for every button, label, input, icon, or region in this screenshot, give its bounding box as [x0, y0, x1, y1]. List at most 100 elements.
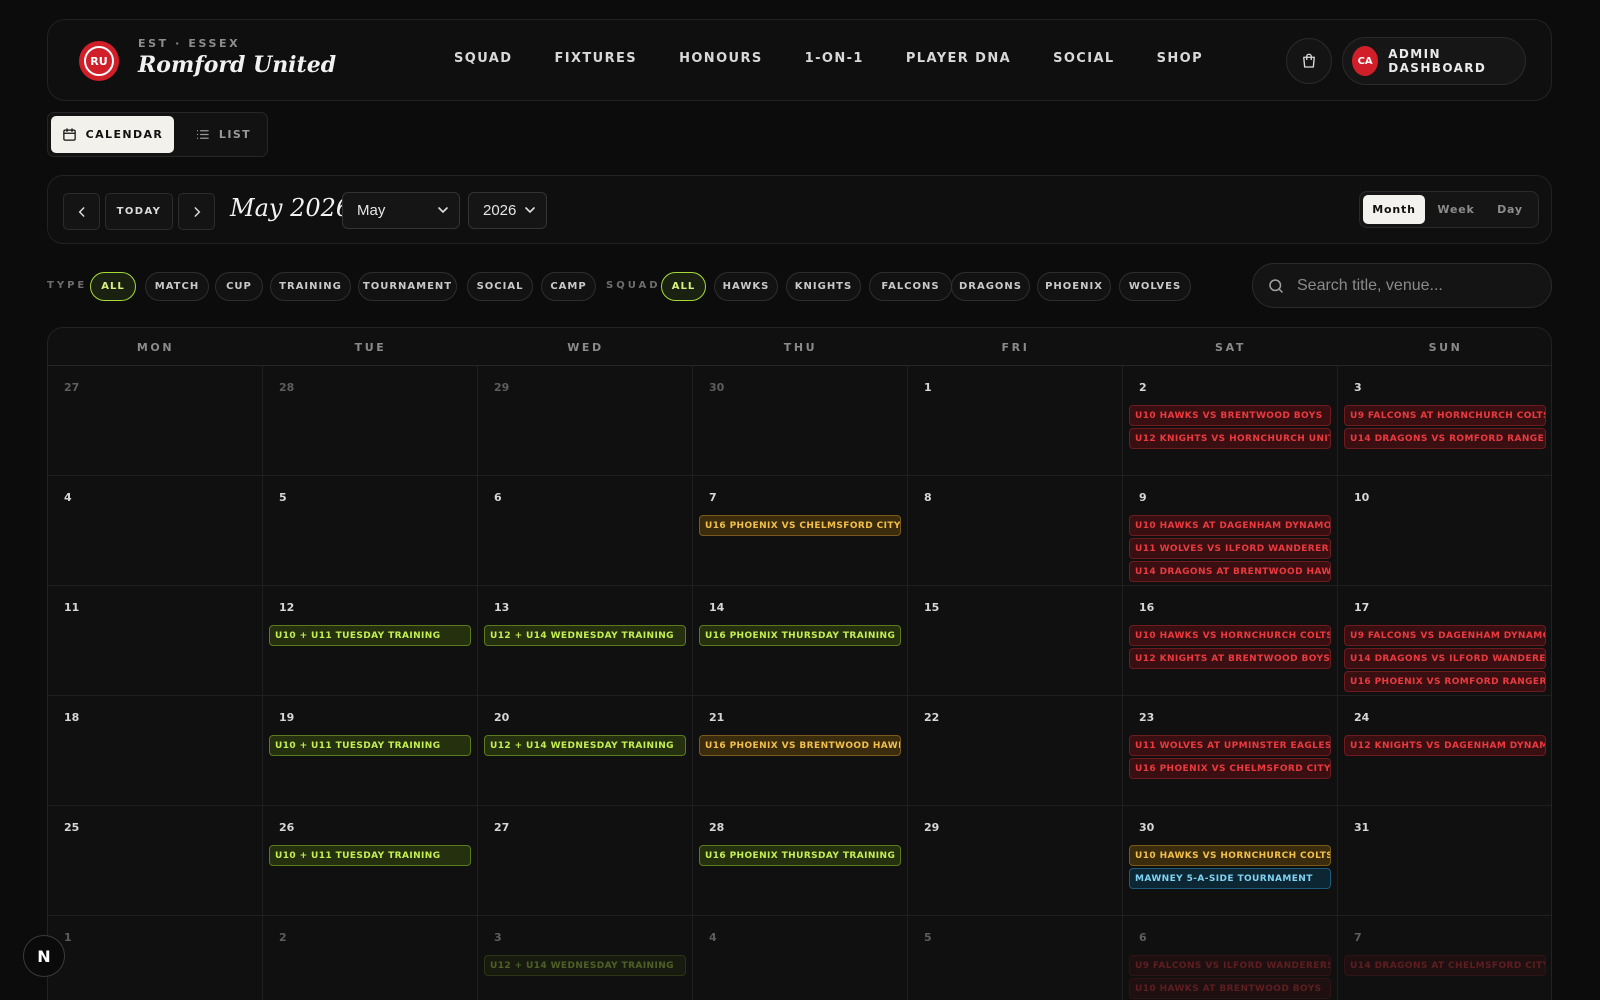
calendar-day-cell[interactable]: 18	[48, 696, 263, 806]
nav-item-squad[interactable]: SQUAD	[454, 51, 512, 66]
match-event[interactable]: U9 FALCONS VS DAGENHAM DYNAMOS	[1344, 625, 1546, 646]
calendar-day-cell[interactable]: 12 U10 + U11 TUESDAY TRAINING	[263, 586, 478, 696]
range-week-button[interactable]: Week	[1428, 195, 1484, 224]
match-event[interactable]: U11 WOLVES VS ILFORD WANDERERS	[1129, 538, 1331, 559]
calendar-day-cell[interactable]: 2 U10 HAWKS VS BRENTWOOD BOYS U12 KNIGHTS …	[1123, 366, 1338, 476]
year-select[interactable]: 2026	[468, 192, 547, 229]
squad-chip-hawks[interactable]: HAWKS	[714, 272, 778, 301]
calendar-day-cell[interactable]: 6	[478, 476, 693, 586]
calendar-day-cell[interactable]: 15	[908, 586, 1123, 696]
calendar-day-cell[interactable]: 9 U10 HAWKS AT DAGENHAM DYNAMOS U11 WOLVES…	[1123, 476, 1338, 586]
calendar-day-cell[interactable]: 11	[48, 586, 263, 696]
calendar-day-cell[interactable]: 30 U10 HAWKS VS HORNCHURCH COLTS MAWNEY 5-…	[1123, 806, 1338, 916]
brand-title[interactable]: Romford United	[138, 52, 336, 78]
training-event[interactable]: U12 + U14 WEDNESDAY TRAINING	[484, 625, 686, 646]
cup-event[interactable]: U16 PHOENIX VS BRENTWOOD HAWKS	[699, 735, 901, 756]
training-event[interactable]: U10 + U11 TUESDAY TRAINING	[269, 735, 471, 756]
squad-chip-falcons[interactable]: FALCONS	[869, 272, 952, 301]
search-input[interactable]	[1297, 276, 1537, 295]
calendar-day-cell[interactable]: 20 U12 + U14 WEDNESDAY TRAINING	[478, 696, 693, 806]
admin-dashboard-button[interactable]: CA ADMIN DASHBOARD	[1342, 37, 1526, 85]
calendar-day-cell[interactable]: 22	[908, 696, 1123, 806]
squad-chip-phoenix[interactable]: PHOENIX	[1037, 272, 1111, 301]
type-chip-camp[interactable]: CAMP	[541, 272, 596, 301]
calendar-day-cell[interactable]: 30	[693, 366, 908, 476]
training-event[interactable]: U16 PHOENIX THURSDAY TRAINING	[699, 625, 901, 646]
calendar-day-cell[interactable]: 14 U16 PHOENIX THURSDAY TRAINING	[693, 586, 908, 696]
list-view-button[interactable]: LIST	[188, 116, 258, 153]
club-crest-icon[interactable]: RU	[79, 41, 119, 81]
match-event[interactable]: U12 KNIGHTS VS HORNCHURCH UNITED	[1129, 428, 1331, 449]
calendar-day-cell[interactable]: 7 U14 DRAGONS AT CHELMSFORD CITY JR	[1338, 916, 1551, 1000]
range-month-button[interactable]: Month	[1363, 195, 1425, 224]
nav-item-fixtures[interactable]: FIXTURES	[554, 51, 637, 66]
type-chip-social[interactable]: SOCIAL	[467, 272, 533, 301]
match-event[interactable]: U12 KNIGHTS AT BRENTWOOD BOYS	[1129, 648, 1331, 669]
calendar-day-cell[interactable]: 4	[48, 476, 263, 586]
calendar-day-cell[interactable]: 27	[478, 806, 693, 916]
calendar-day-cell[interactable]: 17 U9 FALCONS VS DAGENHAM DYNAMOS U14 DRAG…	[1338, 586, 1551, 696]
calendar-day-cell[interactable]: 3 U12 + U14 WEDNESDAY TRAINING	[478, 916, 693, 1000]
nav-item-1-on-1[interactable]: 1-ON-1	[805, 51, 864, 66]
cup-event[interactable]: U16 PHOENIX VS CHELMSFORD CITY JR	[699, 515, 901, 536]
calendar-day-cell[interactable]: 31	[1338, 806, 1551, 916]
calendar-day-cell[interactable]: 5	[908, 916, 1123, 1000]
prev-month-button[interactable]	[63, 193, 100, 230]
type-chip-training[interactable]: TRAINING	[270, 272, 351, 301]
calendar-day-cell[interactable]: 26 U10 + U11 TUESDAY TRAINING	[263, 806, 478, 916]
calendar-day-cell[interactable]: 1	[48, 916, 263, 1000]
calendar-day-cell[interactable]: 7 U16 PHOENIX VS CHELMSFORD CITY JR	[693, 476, 908, 586]
training-event[interactable]: U16 PHOENIX THURSDAY TRAINING	[699, 845, 901, 866]
calendar-day-cell[interactable]: 28	[263, 366, 478, 476]
match-event[interactable]: U14 DRAGONS VS ILFORD WANDERERS	[1344, 648, 1546, 669]
next-month-button[interactable]	[178, 193, 215, 230]
training-event[interactable]: U12 + U14 WEDNESDAY TRAINING	[484, 955, 686, 976]
nav-item-player-dna[interactable]: PLAYER DNA	[906, 51, 1011, 66]
nextjs-dev-button[interactable]: N	[23, 935, 65, 977]
type-chip-tournament[interactable]: TOURNAMENT	[358, 272, 457, 301]
squad-chip-wolves[interactable]: WOLVES	[1119, 272, 1191, 301]
match-event[interactable]: U16 PHOENIX VS CHELMSFORD CITY JR	[1129, 758, 1331, 779]
squad-chip-all[interactable]: ALL	[661, 272, 706, 301]
match-event[interactable]: U10 HAWKS AT BRENTWOOD BOYS	[1129, 978, 1331, 999]
month-select[interactable]: May	[342, 192, 460, 229]
match-event[interactable]: U11 WOLVES AT UPMINSTER EAGLES	[1129, 735, 1331, 756]
calendar-day-cell[interactable]: 19 U10 + U11 TUESDAY TRAINING	[263, 696, 478, 806]
range-day-button[interactable]: Day	[1484, 195, 1536, 224]
calendar-day-cell[interactable]: 8	[908, 476, 1123, 586]
match-event[interactable]: U14 DRAGONS AT BRENTWOOD HAWKS	[1129, 561, 1331, 582]
match-event[interactable]: U9 FALCONS VS ILFORD WANDERERS	[1129, 955, 1331, 976]
calendar-day-cell[interactable]: 29	[908, 806, 1123, 916]
training-event[interactable]: U10 + U11 TUESDAY TRAINING	[269, 625, 471, 646]
calendar-day-cell[interactable]: 5	[263, 476, 478, 586]
calendar-day-cell[interactable]: 21 U16 PHOENIX VS BRENTWOOD HAWKS	[693, 696, 908, 806]
calendar-day-cell[interactable]: 25	[48, 806, 263, 916]
calendar-day-cell[interactable]: 16 U10 HAWKS VS HORNCHURCH COLTS U12 KNIGH…	[1123, 586, 1338, 696]
match-event[interactable]: U16 PHOENIX VS ROMFORD RANGERS	[1344, 671, 1546, 692]
match-event[interactable]: U12 KNIGHTS VS DAGENHAM DYNAMOS	[1344, 735, 1546, 756]
calendar-day-cell[interactable]: 1	[908, 366, 1123, 476]
calendar-day-cell[interactable]: 13 U12 + U14 WEDNESDAY TRAINING	[478, 586, 693, 696]
match-event[interactable]: U14 DRAGONS VS ROMFORD RANGERS	[1344, 428, 1546, 449]
nav-item-social[interactable]: SOCIAL	[1053, 51, 1115, 66]
calendar-day-cell[interactable]: 27	[48, 366, 263, 476]
type-chip-cup[interactable]: CUP	[215, 272, 263, 301]
calendar-view-button[interactable]: CALENDAR	[51, 116, 174, 153]
match-event[interactable]: U9 FALCONS AT HORNCHURCH COLTS	[1344, 405, 1546, 426]
cart-button[interactable]	[1286, 38, 1332, 84]
today-button[interactable]: TODAY	[105, 193, 173, 230]
type-chip-match[interactable]: MATCH	[145, 272, 209, 301]
squad-chip-knights[interactable]: KNIGHTS	[786, 272, 861, 301]
match-event[interactable]: U10 HAWKS VS BRENTWOOD BOYS	[1129, 405, 1331, 426]
calendar-day-cell[interactable]: 29	[478, 366, 693, 476]
calendar-day-cell[interactable]: 28 U16 PHOENIX THURSDAY TRAINING	[693, 806, 908, 916]
type-chip-all[interactable]: ALL	[90, 272, 136, 301]
squad-chip-dragons[interactable]: DRAGONS	[951, 272, 1030, 301]
match-event[interactable]: U14 DRAGONS AT CHELMSFORD CITY JR	[1344, 955, 1546, 976]
cup-event[interactable]: U10 HAWKS VS HORNCHURCH COLTS	[1129, 845, 1331, 866]
calendar-day-cell[interactable]: 6 U9 FALCONS VS ILFORD WANDERERS U10 HAWKS…	[1123, 916, 1338, 1000]
tournament-event[interactable]: MAWNEY 5-A-SIDE TOURNAMENT	[1129, 868, 1331, 889]
calendar-day-cell[interactable]: 4	[693, 916, 908, 1000]
calendar-day-cell[interactable]: 23 U11 WOLVES AT UPMINSTER EAGLES U16 PHOE…	[1123, 696, 1338, 806]
nav-item-shop[interactable]: SHOP	[1157, 51, 1203, 66]
